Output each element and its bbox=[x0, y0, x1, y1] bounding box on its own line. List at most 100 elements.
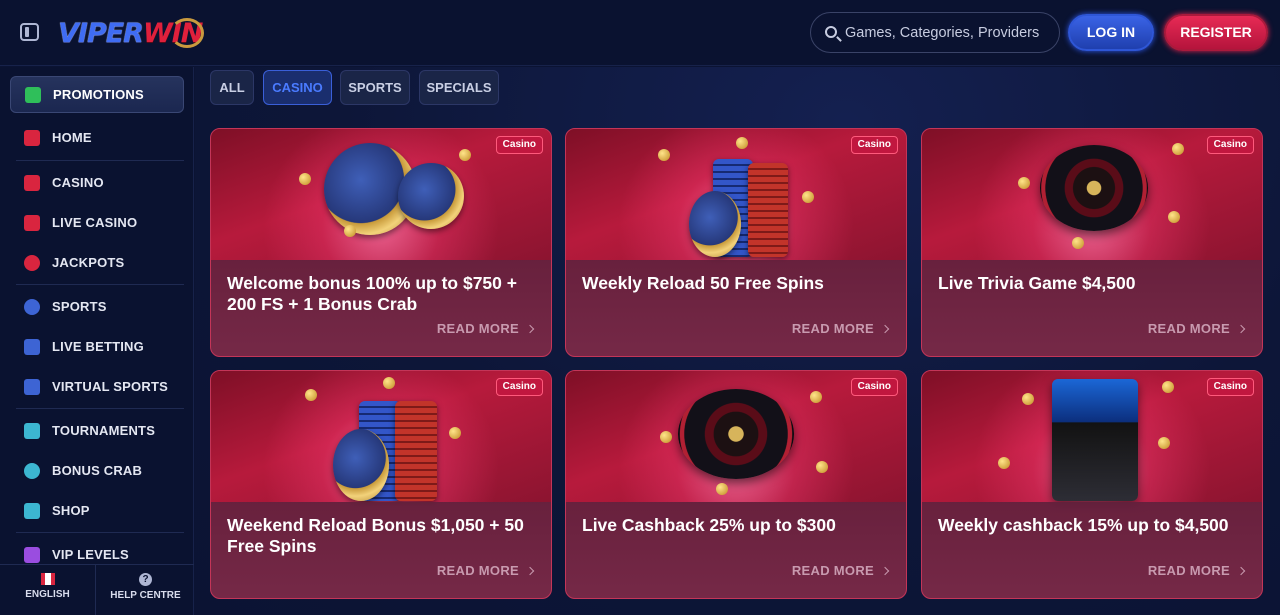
tab-sports[interactable]: SPORTS bbox=[340, 70, 410, 105]
sidebar-item-sports[interactable]: SPORTS bbox=[10, 291, 184, 323]
category-badge: Casino bbox=[1206, 136, 1254, 154]
canada-flag-icon bbox=[40, 573, 55, 585]
sidebar-item-home[interactable]: HOME bbox=[10, 122, 184, 154]
sidebar-divider bbox=[16, 532, 184, 533]
read-more-label: READ MORE bbox=[436, 563, 519, 578]
category-badge: Casino bbox=[850, 378, 898, 396]
gamepad-icon bbox=[24, 379, 40, 395]
category-badge: Casino bbox=[850, 136, 898, 154]
sidebar-divider bbox=[16, 284, 184, 285]
promo-card-info: Live Trivia Game $4,500 READ MORE bbox=[922, 260, 1262, 356]
basketball-icon bbox=[24, 299, 40, 315]
sidebar-item-label: LIVE CASINO bbox=[52, 215, 138, 230]
category-badge: Casino bbox=[1206, 378, 1254, 396]
playing-card-icon bbox=[24, 215, 40, 231]
read-more-link[interactable]: READ MORE bbox=[1147, 563, 1246, 578]
clover-icon bbox=[24, 255, 40, 271]
help-centre-label: HELP CENTRE bbox=[110, 590, 181, 601]
live-tv-icon bbox=[24, 339, 40, 355]
search-icon bbox=[825, 26, 837, 38]
sidebar-divider bbox=[16, 408, 184, 409]
tab-casino[interactable]: CASINO bbox=[263, 70, 332, 105]
read-more-label: READ MORE bbox=[1147, 563, 1230, 578]
sidebar-item-label: SPORTS bbox=[52, 299, 107, 314]
read-more-label: READ MORE bbox=[791, 563, 874, 578]
chevron-right-icon bbox=[1236, 324, 1246, 334]
category-badge: Casino bbox=[495, 378, 543, 396]
sidebar-item-label: HOME bbox=[52, 130, 92, 145]
login-button[interactable]: LOG IN bbox=[1068, 14, 1154, 51]
promo-card-info: Weekly cashback 15% up to $4,500 READ MO… bbox=[922, 502, 1262, 598]
top-header: VIPERWIN LOG IN REGISTER bbox=[0, 0, 1280, 66]
search-box[interactable] bbox=[810, 12, 1060, 53]
sidebar-item-casino[interactable]: CASINO bbox=[10, 167, 184, 199]
tab-specials[interactable]: SPECIALS bbox=[419, 70, 499, 105]
read-more-link[interactable]: READ MORE bbox=[792, 321, 890, 336]
logo-text-viper: VIPER bbox=[58, 18, 144, 49]
sidebar-item-bonus-crab[interactable]: BONUS CRAB bbox=[10, 455, 184, 487]
trophy-icon bbox=[24, 423, 40, 439]
promo-card-info: Weekend Reload Bonus $1,050 + 50 Free Sp… bbox=[211, 502, 551, 598]
chevron-right-icon bbox=[525, 566, 535, 576]
shopping-bag-icon bbox=[24, 503, 40, 519]
diamond-icon bbox=[24, 547, 40, 563]
sidebar-item-label: VIRTUAL SPORTS bbox=[52, 379, 168, 394]
sidebar-item-label: TOURNAMENTS bbox=[52, 423, 156, 438]
sidebar-item-shop[interactable]: SHOP bbox=[10, 495, 184, 527]
chevron-right-icon bbox=[525, 324, 535, 334]
read-more-label: READ MORE bbox=[1147, 321, 1230, 336]
sidebar-item-label: PROMOTIONS bbox=[53, 87, 144, 102]
promo-card[interactable]: Casino Live Trivia Game $4,500 READ MORE bbox=[921, 128, 1263, 357]
chevron-right-icon bbox=[880, 566, 890, 576]
promo-title: Weekly cashback 15% up to $4,500 bbox=[938, 515, 1229, 535]
sidebar: PROMOTIONS HOME CASINO LIVE CASINO JACKP… bbox=[0, 67, 194, 615]
promo-card[interactable]: Casino Live Cashback 25% up to $300 READ… bbox=[565, 370, 907, 599]
promotions-main: ALL CASINO SPORTS SPECIALS Casino Welcom… bbox=[195, 67, 1280, 615]
read-more-link[interactable]: READ MORE bbox=[791, 563, 890, 578]
chevron-right-icon bbox=[1236, 566, 1246, 576]
help-centre-link[interactable]: ? HELP CENTRE bbox=[97, 565, 194, 615]
sidebar-item-label: JACKPOTS bbox=[52, 255, 125, 270]
promo-card[interactable]: Casino Weekend Reload Bonus $1,050 + 50 … bbox=[210, 370, 552, 599]
read-more-link[interactable]: READ MORE bbox=[1147, 321, 1246, 336]
chevron-right-icon bbox=[880, 324, 890, 334]
promo-card-info: Live Cashback 25% up to $300 READ MORE bbox=[566, 502, 906, 598]
sidebar-divider bbox=[16, 160, 184, 161]
promo-card-info: Weekly Reload 50 Free Spins READ MORE bbox=[566, 260, 906, 356]
snake-logo-icon bbox=[170, 18, 204, 48]
sidebar-item-virtual-sports[interactable]: VIRTUAL SPORTS bbox=[10, 371, 184, 403]
sidebar-item-label: VIP LEVELS bbox=[52, 547, 129, 562]
search-input[interactable] bbox=[845, 13, 1055, 52]
sidebar-item-tournaments[interactable]: TOURNAMENTS bbox=[10, 415, 184, 447]
read-more-link[interactable]: READ MORE bbox=[436, 563, 535, 578]
sidebar-item-label: CASINO bbox=[52, 175, 104, 190]
gift-icon bbox=[25, 87, 41, 103]
register-button[interactable]: REGISTER bbox=[1164, 14, 1268, 51]
promo-title: Welcome bonus 100% up to $750 + 200 FS +… bbox=[227, 273, 517, 314]
promo-title: Live Cashback 25% up to $300 bbox=[582, 515, 836, 535]
sidebar-item-promotions[interactable]: PROMOTIONS bbox=[10, 76, 184, 113]
sidebar-footer: ENGLISH ? HELP CENTRE bbox=[0, 564, 194, 615]
promo-card[interactable]: Casino Weekly Reload 50 Free Spins READ … bbox=[565, 128, 907, 357]
sidebar-item-label: LIVE BETTING bbox=[52, 339, 144, 354]
site-logo[interactable]: VIPERWIN bbox=[58, 14, 204, 54]
sidebar-item-label: SHOP bbox=[52, 503, 90, 518]
crab-claw-icon bbox=[24, 463, 40, 479]
category-badge: Casino bbox=[495, 136, 543, 154]
promo-card[interactable]: Casino Welcome bonus 100% up to $750 + 2… bbox=[210, 128, 552, 357]
promo-title: Weekly Reload 50 Free Spins bbox=[582, 273, 824, 293]
promo-title: Weekend Reload Bonus $1,050 + 50 Free Sp… bbox=[227, 515, 524, 556]
sidebar-item-jackpots[interactable]: JACKPOTS bbox=[10, 247, 184, 279]
sidebar-toggle-icon[interactable] bbox=[20, 23, 39, 41]
promo-title: Live Trivia Game $4,500 bbox=[938, 273, 1136, 293]
read-more-link[interactable]: READ MORE bbox=[437, 321, 535, 336]
language-label: ENGLISH bbox=[25, 589, 70, 600]
sidebar-item-live-casino[interactable]: LIVE CASINO bbox=[10, 207, 184, 239]
tab-all[interactable]: ALL bbox=[210, 70, 254, 105]
sidebar-item-live-betting[interactable]: LIVE BETTING bbox=[10, 331, 184, 363]
sidebar-item-label: BONUS CRAB bbox=[52, 463, 143, 478]
slot-machine-icon bbox=[24, 175, 40, 191]
language-selector[interactable]: ENGLISH bbox=[0, 565, 96, 615]
promo-card[interactable]: Casino Weekly cashback 15% up to $4,500 … bbox=[921, 370, 1263, 599]
help-icon: ? bbox=[139, 573, 152, 586]
